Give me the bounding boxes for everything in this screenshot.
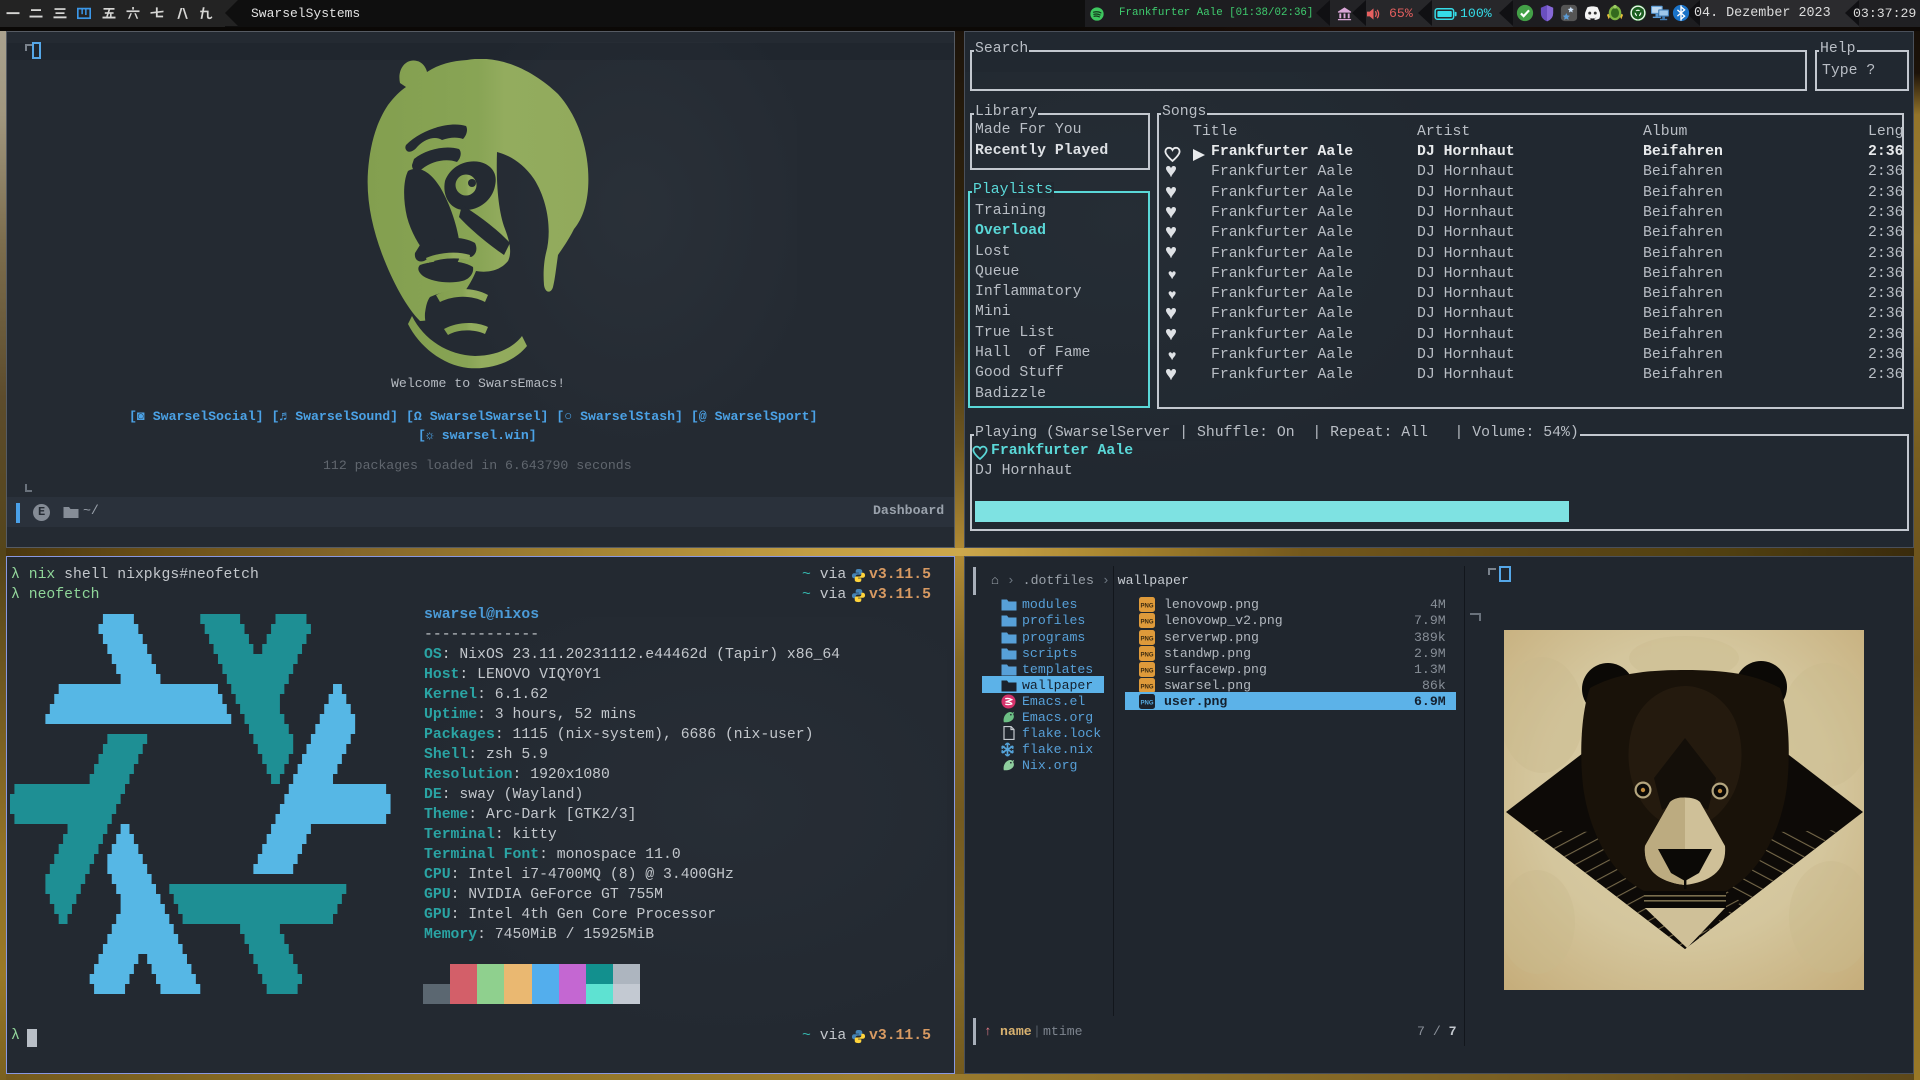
- svg-text:PNG: PNG: [1140, 604, 1153, 610]
- svg-text:PNG: PNG: [1140, 652, 1153, 658]
- svg-text:PNG: PNG: [1140, 620, 1153, 626]
- svg-text:PNG: PNG: [1140, 636, 1153, 642]
- svg-text:PNG: PNG: [1140, 684, 1153, 690]
- svg-text:PNG: PNG: [1140, 700, 1153, 706]
- svg-text:PNG: PNG: [1140, 668, 1153, 674]
